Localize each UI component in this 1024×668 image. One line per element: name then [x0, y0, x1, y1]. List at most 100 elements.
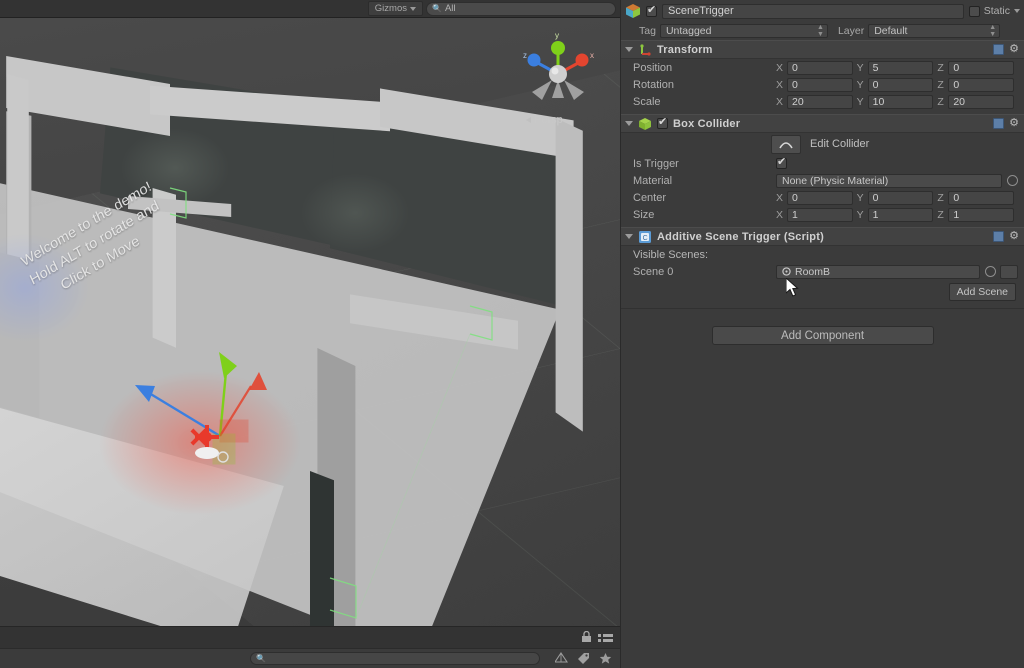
- tag-dropdown[interactable]: Untagged ▲ ▼: [659, 24, 828, 38]
- scale-z-field[interactable]: 20: [948, 94, 1015, 109]
- rotation-z-field[interactable]: 0: [948, 77, 1015, 92]
- axis-z-label: Z: [937, 191, 944, 204]
- favorite-filter-icon[interactable]: [599, 652, 612, 664]
- edit-collider-button[interactable]: [771, 134, 801, 154]
- projection-mode-label[interactable]: Persp: [526, 114, 563, 126]
- gear-icon[interactable]: ⚙: [1009, 118, 1019, 129]
- scene-view-toolbar: Gizmos 🔍 All: [0, 0, 620, 18]
- axis-y-label: Y: [856, 191, 864, 204]
- axis-z-label: Z: [937, 208, 944, 221]
- scene-extra-button[interactable]: [1000, 264, 1018, 279]
- foldout-arrow-icon[interactable]: [625, 121, 633, 126]
- tag-label: Tag: [639, 25, 656, 37]
- foldout-arrow-icon[interactable]: [625, 47, 633, 52]
- material-object-field[interactable]: None (Physic Material): [776, 173, 1002, 188]
- gear-icon[interactable]: ⚙: [1009, 44, 1019, 55]
- chevron-updown-icon: ▲ ▼: [817, 24, 824, 38]
- position-label: Position: [633, 61, 673, 74]
- size-y-field[interactable]: 1: [867, 207, 934, 222]
- axis-x-label: X: [776, 61, 784, 74]
- mesh-filter-icon[interactable]: [555, 652, 568, 664]
- gameobject-enabled-checkbox[interactable]: [646, 4, 657, 17]
- project-bottom-bar: 🔍: [0, 648, 620, 668]
- collider-size-row: Size X 1 Y 1 Z 1: [621, 206, 1024, 223]
- label-filter-icon[interactable]: [577, 652, 590, 664]
- help-book-icon[interactable]: [993, 231, 1005, 242]
- scene-viewport[interactable]: Welcome to the demo! Hold ALT to rotate …: [0, 18, 620, 626]
- scene-bottom-strip: [0, 626, 620, 648]
- component-header-additive-scene-trigger[interactable]: C Additive Scene Trigger (Script) ⚙: [621, 227, 1024, 246]
- project-search-input[interactable]: 🔍: [250, 652, 540, 665]
- size-label: Size: [633, 208, 655, 221]
- svg-text:y: y: [555, 31, 559, 40]
- chevron-updown-icon: ▲ ▼: [989, 24, 997, 38]
- material-value: None (Physic Material): [782, 174, 889, 187]
- component-header-box-collider[interactable]: Box Collider ⚙: [621, 114, 1024, 133]
- chevron-down-icon[interactable]: [1014, 9, 1020, 13]
- position-y-field[interactable]: 5: [867, 60, 934, 75]
- box-collider-enabled-checkbox[interactable]: [657, 116, 668, 129]
- axis-x-label: X: [776, 208, 784, 221]
- rotation-label: Rotation: [633, 78, 674, 91]
- material-label: Material: [633, 174, 673, 187]
- add-scene-row: Add Scene: [621, 280, 1024, 301]
- chevron-down-icon: [410, 6, 416, 11]
- component-header-transform[interactable]: Transform ⚙: [621, 40, 1024, 59]
- scene-picker-icon[interactable]: [985, 266, 996, 277]
- scale-x-field[interactable]: 20: [787, 94, 853, 109]
- layer-label: Layer: [837, 25, 865, 37]
- gizmo-search-value: All: [444, 3, 456, 14]
- is-trigger-label: Is Trigger: [633, 157, 679, 170]
- scene-axis-gizmo[interactable]: y x z Persp: [510, 26, 606, 136]
- add-scene-button[interactable]: Add Scene: [948, 283, 1016, 301]
- help-book-icon[interactable]: [993, 44, 1005, 55]
- layer-value: Default: [874, 25, 908, 37]
- visible-scenes-label: Visible Scenes:: [633, 248, 709, 261]
- rotation-x-field[interactable]: 0: [787, 77, 853, 92]
- static-toggle[interactable]: Static: [968, 5, 1020, 17]
- scene-0-label: Scene 0: [633, 265, 674, 278]
- center-z-field[interactable]: 0: [948, 190, 1015, 205]
- scene-view-panel: Gizmos 🔍 All Welcome to the demo! Hold A…: [0, 0, 620, 668]
- lock-icon[interactable]: [581, 631, 592, 643]
- transform-position-row: Position X 0 Y 5 Z 0: [621, 59, 1024, 76]
- position-z-field[interactable]: 0: [948, 60, 1015, 75]
- static-checkbox[interactable]: [968, 5, 980, 17]
- foldout-arrow-icon[interactable]: [625, 234, 633, 239]
- center-label: Center: [633, 191, 667, 204]
- gizmo-search-input[interactable]: 🔍 All: [426, 1, 616, 16]
- add-component-button[interactable]: Add Component: [711, 326, 934, 345]
- is-trigger-row: Is Trigger: [621, 155, 1024, 172]
- center-x-field[interactable]: 0: [787, 190, 853, 205]
- tag-layer-row: Tag Untagged ▲ ▼ Layer Default ▲ ▼: [621, 22, 1024, 40]
- transform-title: Transform: [657, 43, 713, 56]
- gizmos-label: Gizmos: [374, 3, 407, 14]
- axis-z-label: Z: [937, 95, 944, 108]
- add-component-wrap: Add Component: [621, 309, 1024, 345]
- layer-dropdown[interactable]: Default ▲ ▼: [868, 24, 1001, 38]
- svg-text:x: x: [590, 51, 594, 60]
- axis-z-label: Z: [937, 78, 944, 91]
- size-x-field[interactable]: 1: [787, 207, 853, 222]
- axis-y-label: Y: [856, 61, 864, 74]
- scene-0-object-field[interactable]: RoomB: [776, 264, 980, 279]
- box-collider-icon: [639, 117, 651, 130]
- script-icon: C: [639, 230, 651, 243]
- gear-icon[interactable]: ⚙: [1009, 231, 1019, 242]
- gameobject-header: SceneTrigger Static: [621, 0, 1024, 22]
- position-x-field[interactable]: 0: [787, 60, 853, 75]
- scale-y-field[interactable]: 10: [867, 94, 934, 109]
- transform-icon: [640, 43, 651, 56]
- tag-value: Untagged: [665, 25, 712, 37]
- size-z-field[interactable]: 1: [948, 207, 1015, 222]
- rotation-y-field[interactable]: 0: [867, 77, 934, 92]
- gameobject-name-field[interactable]: SceneTrigger: [662, 3, 964, 19]
- list-view-icon[interactable]: [598, 632, 614, 643]
- scene-0-value: RoomB: [795, 265, 831, 278]
- center-y-field[interactable]: 0: [867, 190, 934, 205]
- help-book-icon[interactable]: [993, 118, 1005, 129]
- is-trigger-checkbox[interactable]: [776, 156, 787, 169]
- axis-z-label: Z: [937, 61, 944, 74]
- gizmos-dropdown[interactable]: Gizmos: [367, 1, 423, 16]
- material-picker-icon[interactable]: [1007, 175, 1018, 186]
